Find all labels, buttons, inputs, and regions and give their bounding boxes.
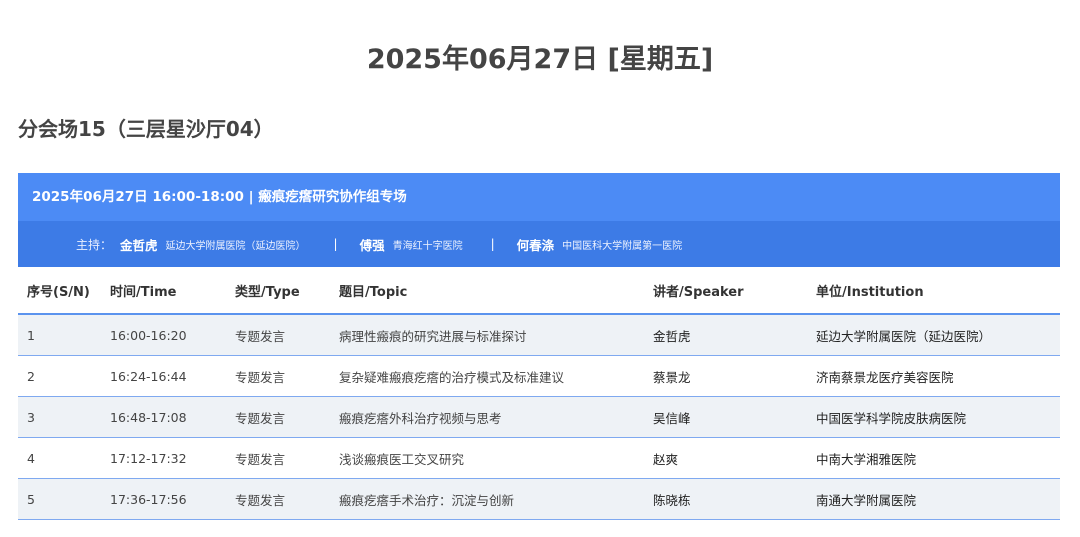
cell-topic: 病理性瘢痕的研究进展与标准探讨: [330, 314, 644, 356]
column-header-time: 时间/Time: [101, 267, 226, 315]
host-org: 中国医科大学附属第一医院: [562, 240, 683, 252]
cell-type: 专题发言: [226, 355, 330, 397]
page-date-title: 2025年06月27日 [星期五]: [366, 44, 714, 75]
cell-sn: 2: [18, 355, 101, 397]
cell-time: 16:48-17:08: [101, 396, 226, 438]
cell-speaker: 金哲虎: [644, 314, 807, 356]
cell-topic: 瘢痕疙瘩外科治疗视频与思考: [330, 396, 644, 438]
cell-topic: 浅谈瘢痕医工交叉研究: [330, 437, 644, 479]
table-row: 2 16:24-16:44 专题发言 复杂疑难瘢痕疙瘩的治疗模式及标准建议 蔡景…: [18, 355, 1060, 397]
column-header-speaker: 讲者/Speaker: [644, 267, 807, 315]
table-header-row: 序号(S/N) 时间/Time 类型/Type 题目/Topic 讲者/Spea…: [18, 267, 1060, 315]
session-block: 2025年06月27日 16:00-18:00 | 瘢痕疙瘩研究协作组专场 主持…: [18, 173, 1060, 520]
column-header-topic: 题目/Topic: [330, 267, 644, 315]
cell-time: 16:00-16:20: [101, 314, 226, 356]
column-header-type: 类型/Type: [226, 267, 330, 315]
cell-institution: 延边大学附属医院（延边医院）: [807, 314, 1060, 356]
host-org: 青海红十字医院: [392, 240, 463, 252]
host-separator: |: [490, 237, 495, 251]
cell-speaker: 赵爽: [644, 437, 807, 479]
column-header-sn: 序号(S/N): [18, 267, 101, 315]
host-org: 延边大学附属医院（延边医院）: [165, 240, 306, 252]
host-name: 金哲虎: [120, 237, 158, 253]
cell-sn: 5: [18, 478, 101, 520]
host-bar: 主持： 金哲虎 延边大学附属医院（延边医院） | 傅强 青海红十字医院 | 何春…: [18, 221, 1060, 267]
cell-type: 专题发言: [226, 478, 330, 520]
cell-speaker: 蔡景龙: [644, 355, 807, 397]
table-row: 5 17:36-17:56 专题发言 瘢痕疙瘩手术治疗：沉淀与创新 陈晓栋 南通…: [18, 478, 1060, 520]
table-row: 1 16:00-16:20 专题发言 病理性瘢痕的研究进展与标准探讨 金哲虎 延…: [18, 314, 1060, 356]
cell-institution: 中国医学科学院皮肤病医院: [807, 396, 1060, 438]
cell-topic: 瘢痕疙瘩手术治疗：沉淀与创新: [330, 478, 644, 520]
cell-speaker: 吴信峰: [644, 396, 807, 438]
cell-institution: 南通大学附属医院: [807, 478, 1060, 520]
host-name: 傅强: [359, 237, 385, 253]
cell-speaker: 陈晓栋: [644, 478, 807, 520]
cell-institution: 济南蔡景龙医疗美容医院: [807, 355, 1060, 397]
host-name: 何春涤: [516, 237, 555, 253]
room-title: 分会场15（三层星沙厅04）: [18, 117, 274, 141]
cell-type: 专题发言: [226, 437, 330, 479]
cell-type: 专题发言: [226, 314, 330, 356]
host-separator: |: [333, 237, 338, 251]
cell-topic: 复杂疑难瘢痕疙瘩的治疗模式及标准建议: [330, 355, 644, 397]
cell-time: 16:24-16:44: [101, 355, 226, 397]
table-row: 4 17:12-17:32 专题发言 浅谈瘢痕医工交叉研究 赵爽 中南大学湘雅医…: [18, 437, 1060, 479]
cell-sn: 1: [18, 314, 101, 356]
cell-type: 专题发言: [226, 396, 330, 438]
table-row: 3 16:48-17:08 专题发言 瘢痕疙瘩外科治疗视频与思考 吴信峰 中国医…: [18, 396, 1060, 438]
host-label: 主持：: [76, 237, 113, 252]
session-header: 2025年06月27日 16:00-18:00 | 瘢痕疙瘩研究协作组专场: [18, 173, 1060, 221]
cell-sn: 3: [18, 396, 101, 438]
cell-sn: 4: [18, 437, 101, 479]
schedule-table: 序号(S/N) 时间/Time 类型/Type 题目/Topic 讲者/Spea…: [18, 267, 1060, 520]
column-header-institution: 单位/Institution: [807, 267, 1060, 315]
cell-time: 17:12-17:32: [101, 437, 226, 479]
cell-institution: 中南大学湘雅医院: [807, 437, 1060, 479]
cell-time: 17:36-17:56: [101, 478, 226, 520]
